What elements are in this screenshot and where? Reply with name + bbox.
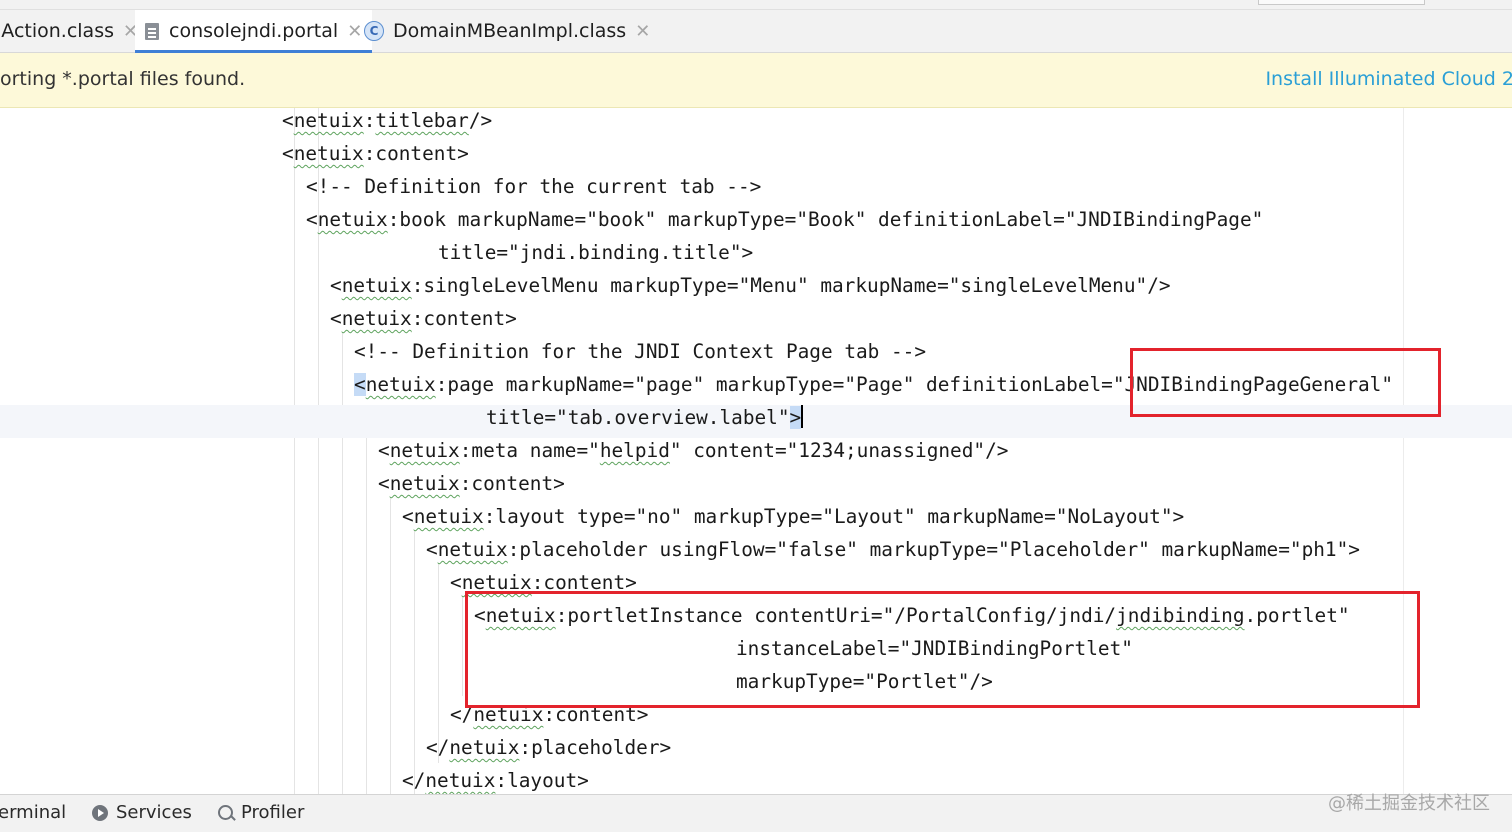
- services-icon: [92, 804, 108, 821]
- tool-window-bar: erminal Services Profiler @稀土掘金技术社区: [0, 793, 1512, 832]
- terminal-label: erminal: [0, 802, 67, 823]
- code-line[interactable]: <netuix:placeholder usingFlow="false" ma…: [426, 537, 1360, 570]
- plugin-notification-bar: orting *.portal files found. Install Ill…: [0, 53, 1512, 108]
- close-icon[interactable]: ✕: [347, 21, 362, 42]
- tab-consolejndi-portal[interactable]: consolejndi.portal ✕: [135, 10, 373, 53]
- indent-guide: [342, 332, 343, 794]
- close-icon[interactable]: ✕: [635, 21, 650, 42]
- services-label: Services: [116, 802, 192, 823]
- file-icon: [145, 22, 159, 40]
- annotation-box-definition-label: [1130, 348, 1441, 417]
- code-line[interactable]: title="jndi.binding.title">: [438, 240, 753, 273]
- editor-tab-bar: jAction.class ✕ consolejndi.portal ✕ C D…: [0, 10, 1512, 53]
- tab-label: DomainMBeanImpl.class: [393, 20, 627, 42]
- text-caret: [801, 405, 804, 428]
- watermark: @稀土掘金技术社区: [1328, 793, 1490, 814]
- indent-guide: [390, 497, 391, 794]
- code-line[interactable]: <netuix:book markupName="book" markupTyp…: [306, 207, 1263, 240]
- indent-guide: [438, 563, 439, 763]
- services-tool-button[interactable]: Services: [92, 802, 192, 823]
- code-comment[interactable]: <!-- Definition for the JNDI Context Pag…: [354, 339, 926, 372]
- search-field-edge[interactable]: [1258, 0, 1425, 5]
- code-line[interactable]: </netuix:placeholder>: [426, 735, 671, 768]
- tab-domainmbeanimpl-class[interactable]: C DomainMBeanImpl.class ✕: [364, 10, 650, 52]
- code-line[interactable]: <netuix:singleLevelMenu markupType="Menu…: [330, 273, 1171, 306]
- indent-guide: [462, 596, 463, 696]
- code-line[interactable]: <netuix:layout type="no" markupType="Lay…: [402, 504, 1184, 537]
- tab-label: jAction.class: [0, 20, 114, 42]
- install-plugin-link[interactable]: Install Illuminated Cloud 2: [1265, 68, 1512, 90]
- code-comment[interactable]: <!-- Definition for the current tab -->: [306, 174, 761, 207]
- class-icon: C: [364, 21, 384, 41]
- code-line[interactable]: <netuix:content>: [282, 141, 469, 174]
- notification-text: orting *.portal files found.: [0, 68, 246, 90]
- tab-label: consolejndi.portal: [169, 20, 339, 42]
- profiler-icon: [218, 805, 233, 820]
- code-editor[interactable]: <netuix:titlebar/> <netuix:content> <!--…: [0, 108, 1512, 794]
- profiler-label: Profiler: [241, 802, 305, 823]
- code-line[interactable]: <netuix:titlebar/>: [282, 108, 492, 141]
- annotation-box-portlet-instance: [465, 591, 1420, 708]
- indent-guide: [414, 530, 415, 794]
- profiler-tool-button[interactable]: Profiler: [218, 802, 304, 823]
- indent-guide: [294, 108, 295, 794]
- indent-guide: [366, 431, 367, 794]
- toolbar-strip: [0, 0, 1512, 10]
- code-line[interactable]: </netuix:layout>: [402, 768, 589, 794]
- code-line[interactable]: <netuix:content>: [378, 471, 565, 504]
- tab-action-class[interactable]: jAction.class ✕: [0, 10, 138, 52]
- terminal-tool-button[interactable]: erminal: [0, 802, 66, 823]
- code-line[interactable]: <netuix:meta name="helpid" content="1234…: [378, 438, 1008, 471]
- code-line[interactable]: <netuix:content>: [330, 306, 517, 339]
